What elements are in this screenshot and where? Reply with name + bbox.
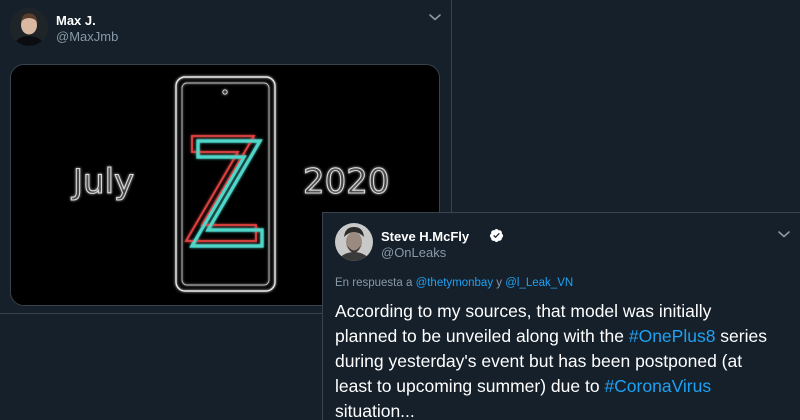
tweet-text-segment: least to upcoming summer) due to (335, 376, 605, 396)
author-name[interactable]: Steve H.McFly (381, 229, 469, 244)
reply-prefix: En respuesta a (335, 277, 413, 289)
image-text-left: July (71, 162, 134, 202)
verified-badge-icon (489, 228, 504, 243)
author-handle[interactable]: @OnLeaks (381, 245, 446, 260)
chevron-down-icon[interactable] (777, 229, 791, 239)
tweet-text: According to my sources, that model was … (335, 299, 795, 420)
reply-joiner: y (496, 277, 503, 289)
tweet-text-line: According to my sources, that model was … (335, 301, 712, 321)
chevron-down-icon[interactable] (428, 12, 442, 22)
tweet-text-line: situation... (335, 401, 415, 420)
tweet-text-line: least to upcoming summer) due to #Corona… (335, 374, 795, 399)
tweet-text-line: planned to be unveiled along with the #O… (335, 324, 795, 349)
tweet-text-segment: planned to be unveiled along with the (335, 326, 629, 346)
hashtag-link[interactable]: #OnePlus8 (629, 326, 716, 346)
avatar[interactable] (335, 223, 373, 261)
author-handle[interactable]: @MaxJmb (56, 29, 118, 44)
mention-link[interactable]: @thetymonbay (416, 277, 494, 289)
author-name[interactable]: Max J. (56, 13, 96, 28)
hashtag-link[interactable]: #CoronaVirus (604, 376, 711, 396)
tweet-text-line: during yesterday's event but has been po… (335, 351, 743, 371)
avatar[interactable] (10, 8, 48, 46)
reply-context: En respuesta a @thetymonbay y @l_Leak_VN (335, 277, 573, 289)
image-text-right: 2020 (303, 162, 390, 202)
tweet-card-onleaks[interactable]: Steve H.McFly @OnLeaks En respuesta a @t… (322, 212, 800, 420)
tweet-text-segment: series (715, 326, 767, 346)
mention-link[interactable]: @l_Leak_VN (505, 277, 573, 289)
